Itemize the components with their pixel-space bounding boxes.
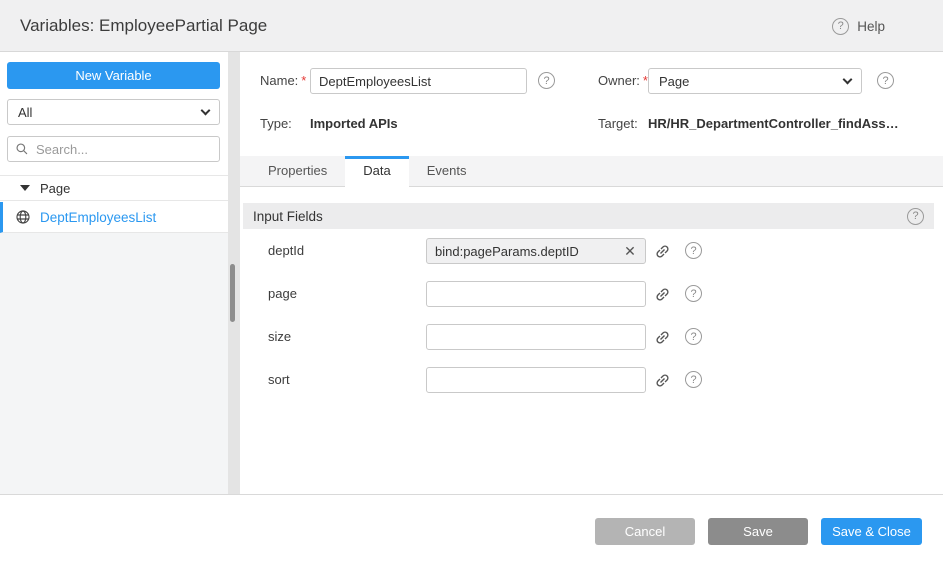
owner-select-wrap: Page (648, 68, 862, 94)
page-title: Variables: EmployeePartial Page (20, 0, 267, 52)
field-input-size[interactable] (426, 324, 646, 350)
field-label-page: page (268, 281, 297, 307)
bind-link-icon[interactable] (652, 324, 672, 350)
section-title: Input Fields (253, 209, 323, 224)
field-input-deptid[interactable] (426, 238, 646, 264)
field-help-icon[interactable] (685, 242, 702, 259)
detail-tabs: Properties Data Events (240, 156, 943, 187)
variable-filter-select-wrap: All (7, 99, 220, 125)
field-help-icon[interactable] (685, 285, 702, 302)
field-help-icon[interactable] (685, 371, 702, 388)
tree-background (0, 233, 228, 494)
sidebar-scrollbar-thumb[interactable] (230, 264, 235, 322)
field-input-sort[interactable] (426, 367, 646, 393)
sidebar-scrollbar-track[interactable] (228, 52, 240, 494)
type-value: Imported APIs (310, 111, 398, 137)
search-input[interactable] (7, 136, 220, 162)
bind-link-icon[interactable] (652, 281, 672, 307)
help-link[interactable]: Help (832, 0, 885, 52)
tree-group-label: Page (40, 181, 70, 196)
dialog-footer: Cancel Save Save & Close (0, 494, 943, 563)
help-icon (832, 18, 849, 35)
target-value: HR/HR_DepartmentController_findAss… (648, 111, 899, 137)
variable-detail-panel: Name:* Owner:* Page Type: Imported APIs … (240, 52, 943, 494)
tab-properties[interactable]: Properties (250, 157, 345, 187)
sidebar-item-deptemployeeslist[interactable]: DeptEmployeesList (0, 202, 228, 233)
save-and-close-button[interactable]: Save & Close (821, 518, 922, 545)
new-variable-button[interactable]: New Variable (7, 62, 220, 89)
tab-events[interactable]: Events (409, 157, 485, 187)
search-box (7, 136, 220, 162)
name-label: Name:* (260, 68, 306, 94)
tab-data[interactable]: Data (345, 156, 408, 187)
field-input-page[interactable] (426, 281, 646, 307)
input-fields-help-icon[interactable] (907, 208, 924, 225)
triangle-down-icon (20, 185, 30, 191)
type-label: Type: (260, 111, 292, 137)
field-help-icon[interactable] (685, 328, 702, 345)
owner-label: Owner:* (598, 68, 648, 94)
globe-icon (15, 209, 31, 225)
required-asterisk: * (301, 73, 306, 88)
tree-group-page[interactable]: Page (0, 175, 228, 201)
save-button[interactable]: Save (708, 518, 808, 545)
bind-link-icon[interactable] (652, 367, 672, 393)
field-label-sort: sort (268, 367, 290, 393)
name-help-icon[interactable] (538, 72, 555, 89)
input-fields-section-header: Input Fields (243, 203, 934, 229)
owner-select[interactable]: Page (648, 68, 862, 94)
clear-binding-icon[interactable] (620, 238, 640, 264)
field-label-size: size (268, 324, 291, 350)
name-input[interactable] (310, 68, 527, 94)
cancel-button[interactable]: Cancel (595, 518, 695, 545)
variables-sidebar: New Variable All Page DeptEmployeesList (0, 52, 228, 494)
dialog-header: Variables: EmployeePartial Page Help (0, 0, 943, 52)
target-label: Target: (598, 111, 638, 137)
variable-filter-select[interactable]: All (7, 99, 220, 125)
field-label-deptid: deptId (268, 238, 304, 264)
help-label: Help (857, 19, 885, 34)
owner-help-icon[interactable] (877, 72, 894, 89)
bind-link-icon[interactable] (652, 238, 672, 264)
tree-item-label: DeptEmployeesList (40, 210, 156, 225)
